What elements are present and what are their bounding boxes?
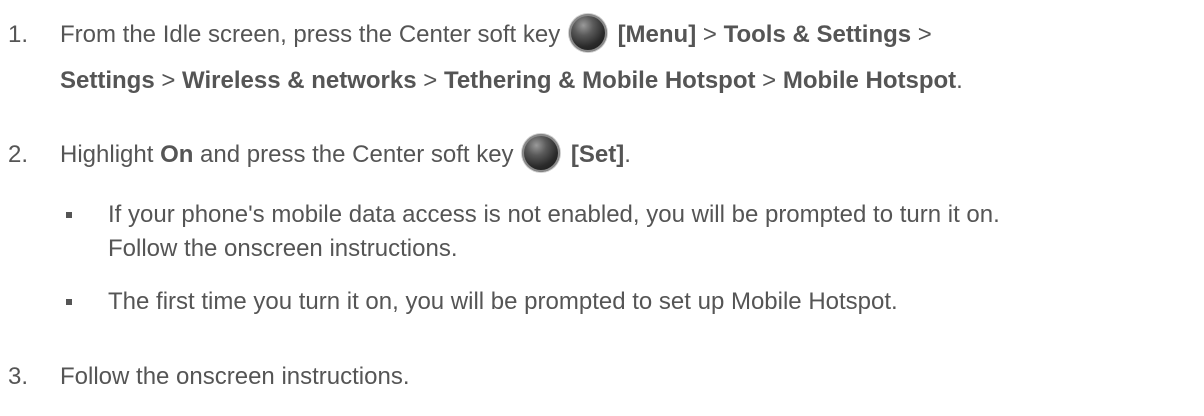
- center-soft-key-icon: [568, 13, 607, 52]
- mobile-hotspot-label: Mobile Hotspot: [782, 67, 957, 94]
- step-1-line-2: Settings > Wireless & networks > Tetheri…: [60, 58, 963, 104]
- bullet-item-2: The first time you turn it on, you will …: [66, 285, 898, 319]
- set-key-label: [Set]: [570, 141, 625, 168]
- bullet-icon: [66, 299, 72, 305]
- step-number: 1.: [8, 21, 29, 48]
- separator: >: [154, 67, 183, 94]
- settings-label: Settings: [60, 67, 155, 94]
- step-2-text-a: Highlight: [60, 141, 161, 168]
- step-3-text: Follow the onscreen instructions.: [60, 363, 410, 390]
- period: .: [956, 67, 963, 94]
- step-1-text-a: From the Idle screen, press the Center s…: [60, 21, 561, 48]
- on-option-label: On: [160, 141, 194, 168]
- period: .: [624, 141, 631, 168]
- bullet-1-line-1: If your phone's mobile data access is no…: [108, 201, 1000, 228]
- bullet-item-1: If your phone's mobile data access is no…: [66, 198, 1000, 266]
- step-1: 1. From the Idle screen, press the Center…: [8, 12, 963, 104]
- step-number: 2.: [8, 141, 29, 168]
- bullet-2-line-1: The first time you turn it on, you will …: [108, 288, 898, 315]
- separator: >: [416, 67, 444, 94]
- tools-settings-label: Tools & Settings: [723, 21, 912, 48]
- separator: >: [755, 67, 783, 94]
- bullet-1-line-2: Follow the onscreen instructions.: [108, 235, 458, 262]
- center-soft-key-icon: [522, 133, 561, 172]
- bullet-icon: [66, 212, 72, 218]
- step-2-text-b: and press the Center soft key: [193, 141, 514, 168]
- step-number: 3.: [8, 363, 29, 390]
- tethering-hotspot-label: Tethering & Mobile Hotspot: [443, 67, 756, 94]
- menu-key-label: [Menu]: [617, 21, 697, 48]
- separator: >: [911, 21, 932, 48]
- separator: >: [696, 21, 724, 48]
- wireless-networks-label: Wireless & networks: [182, 67, 417, 94]
- step-2: 2. Highlight On and press the Center soft…: [8, 132, 631, 178]
- step-3: 3. Follow the onscreen instructions.: [8, 354, 410, 400]
